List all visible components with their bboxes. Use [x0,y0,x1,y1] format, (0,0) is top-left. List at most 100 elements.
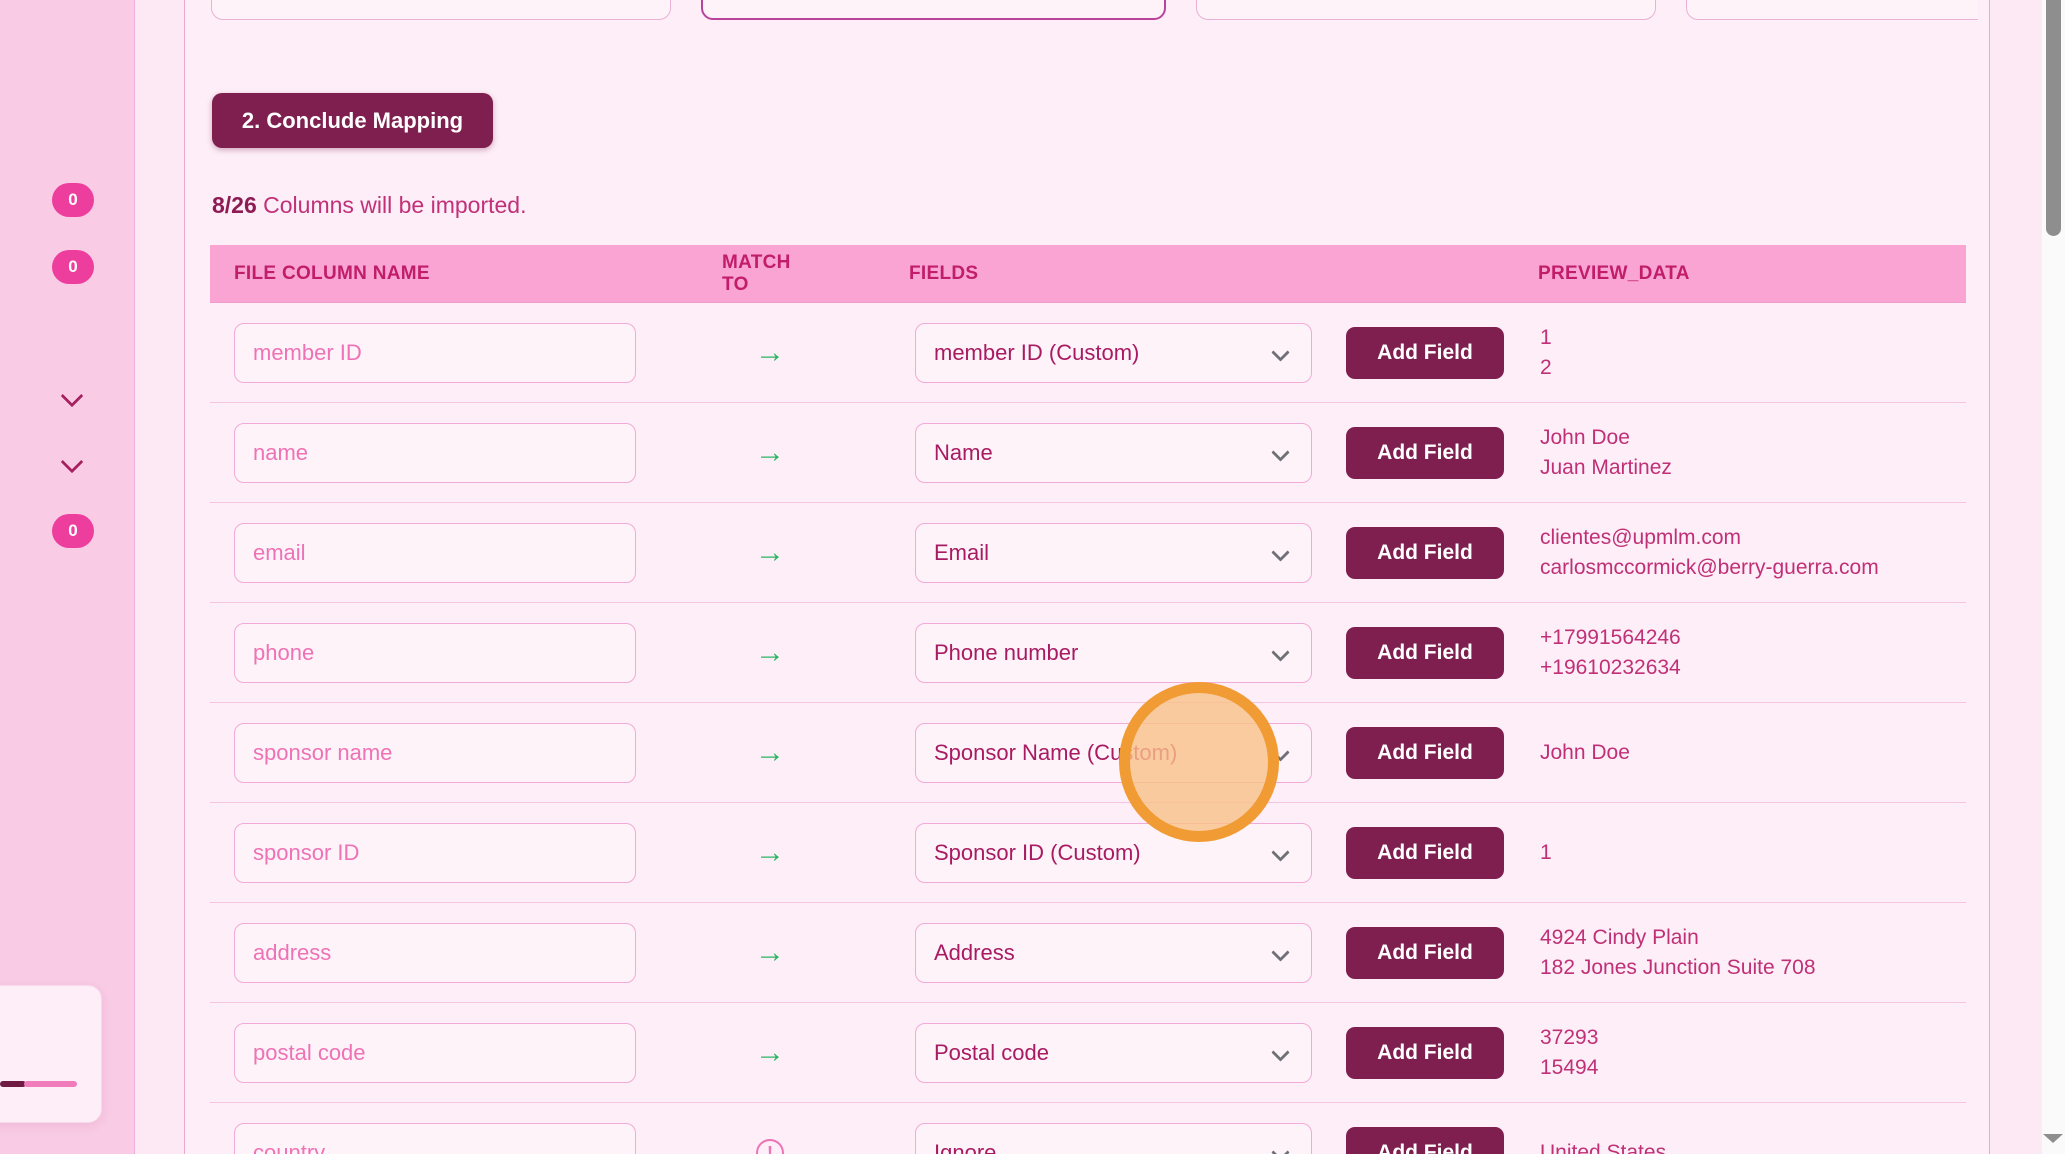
chevron-down-icon[interactable] [61,451,84,474]
arrow-right-icon: → [755,538,785,568]
add-field-button[interactable]: Add Field [1346,627,1504,679]
table-row: → Name Add Field John DoeJuan Martinez [210,403,1966,503]
warning-icon: ! [756,1139,784,1154]
file-column-input[interactable] [234,723,636,783]
preview-cell: +17991564246+19610232634 [1540,603,1960,703]
field-select-value: Address [934,940,1015,966]
field-select[interactable]: Name [915,423,1312,483]
field-select[interactable]: Email [915,523,1312,583]
import-summary: 8/26 Columns will be imported. [212,192,526,219]
file-column-input[interactable] [234,923,636,983]
match-arrow-icon: → [745,1003,795,1103]
preview-cell: 1 [1540,803,1960,903]
top-panel-card[interactable] [211,0,671,20]
header-fields: FIELDS [909,245,978,303]
scroll-down-arrow-icon[interactable] [2043,1134,2063,1143]
preview-line: United States [1540,1138,1960,1154]
preview-line: John Doe [1540,423,1960,453]
add-field-button[interactable]: Add Field [1346,727,1504,779]
click-highlight-circle [1119,682,1279,842]
top-panel-card[interactable] [1196,0,1656,20]
file-column-input[interactable] [234,523,636,583]
import-count: 8/26 [212,192,257,218]
add-field-button[interactable]: Add Field [1346,327,1504,379]
preview-line: 15494 [1540,1053,1960,1083]
add-field-button[interactable]: Add Field [1346,427,1504,479]
top-panel-card-selected[interactable] [701,0,1166,20]
add-field-button[interactable]: Add Field [1346,827,1504,879]
field-select[interactable]: member ID (Custom) [915,323,1312,383]
file-column-input[interactable] [234,1023,636,1083]
sidebar: 0 0 0 [0,0,135,1154]
header-preview-data: PREVIEW_DATA [1538,245,1690,303]
file-column-input[interactable] [234,1123,636,1154]
mapping-table-body: →member ID (Custom)Add Field12→NameAdd F… [210,303,1966,1154]
field-select-value: member ID (Custom) [934,340,1139,366]
arrow-right-icon: → [755,338,785,368]
field-select-value: Postal code [934,1040,1049,1066]
progress-bar-filled [0,1081,26,1087]
table-row: → Address Add Field 4924 Cindy Plain182 Jon… [210,903,1966,1003]
preview-cell: 3729315494 [1540,1003,1960,1103]
field-select[interactable]: Postal code [915,1023,1312,1083]
match-arrow-icon: → [745,403,795,503]
field-select-value: Phone number [934,640,1078,666]
file-column-input[interactable] [234,823,636,883]
match-warning-icon: ! [745,1103,795,1154]
field-select[interactable]: Sponsor ID (Custom) [915,823,1312,883]
conclude-mapping-button[interactable]: 2. Conclude Mapping [212,93,493,148]
chevron-down-icon [1271,1143,1289,1154]
preview-line: carlosmccormick@berry-guerra.com [1540,553,1960,583]
notification-badge: 0 [52,250,94,284]
table-row: → member ID (Custom) Add Field 12 [210,303,1966,403]
add-field-button[interactable]: Add Field [1346,927,1504,979]
chevron-down-icon [1271,943,1289,961]
file-column-input[interactable] [234,323,636,383]
top-panel-card[interactable] [1686,0,1978,20]
table-row: → Postal code Add Field 3729315494 [210,1003,1966,1103]
add-field-button[interactable]: Add Field [1346,527,1504,579]
match-arrow-icon: → [745,903,795,1003]
table-row: → Phone number Add Field +17991564246+19610… [210,603,1966,703]
header-match-to: MATCH TO [722,245,822,303]
header-file-column-name: FILE COLUMN NAME [234,245,430,303]
table-row: →Sponsor ID (Custom)Add Field1 [210,803,1966,903]
match-arrow-icon: → [745,603,795,703]
match-arrow-icon: → [745,703,795,803]
chevron-down-icon [1271,843,1289,861]
preview-line: 2 [1540,353,1960,383]
preview-line: 37293 [1540,1023,1960,1053]
field-select[interactable]: Phone number [915,623,1312,683]
preview-cell: 4924 Cindy Plain182 Jones Junction Suite… [1540,903,1960,1003]
notification-badge: 0 [52,514,94,548]
arrow-right-icon: → [755,938,785,968]
arrow-right-icon: → [755,438,785,468]
add-field-button[interactable]: Add Field [1346,1027,1504,1079]
preview-cell: John DoeJuan Martinez [1540,403,1960,503]
chevron-down-icon[interactable] [61,385,84,408]
field-select-value: Name [934,440,993,466]
field-select[interactable]: Address [915,923,1312,983]
preview-line: 1 [1540,323,1960,353]
preview-cell: United States [1540,1103,1960,1154]
scrollbar-track[interactable] [2042,0,2065,1154]
preview-cell: clientes@upmlm.comcarlosmccormick@berry-… [1540,503,1960,603]
field-select-value: Sponsor ID (Custom) [934,840,1141,866]
arrow-right-icon: → [755,638,785,668]
preview-cell: 12 [1540,303,1960,403]
mapping-table: FILE COLUMN NAME MATCH TO FIELDS PREVIEW… [210,245,1966,1154]
preview-cell: John Doe [1540,703,1960,803]
import-summary-text: Columns will be imported. [263,192,526,218]
file-column-input[interactable] [234,623,636,683]
chevron-down-icon [1271,543,1289,561]
preview-line: 182 Jones Junction Suite 708 [1540,953,1960,983]
field-select-value: Ignore [934,1140,996,1154]
file-column-input[interactable] [234,423,636,483]
preview-line: +19610232634 [1540,653,1960,683]
chevron-down-icon [1271,1043,1289,1061]
scrollbar-thumb[interactable] [2046,0,2061,236]
chevron-down-icon [1271,343,1289,361]
match-arrow-icon: → [745,303,795,403]
add-field-button[interactable]: Add Field [1346,1127,1504,1154]
field-select[interactable]: Ignore [915,1123,1312,1154]
